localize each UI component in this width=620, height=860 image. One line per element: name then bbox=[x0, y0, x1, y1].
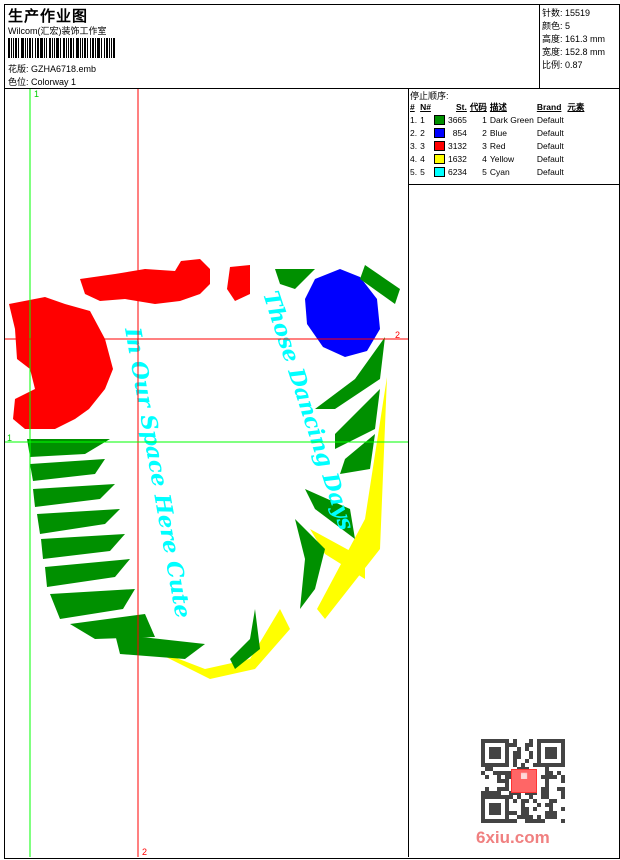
row-brand: Default bbox=[536, 127, 564, 138]
row-stitches: 3665 bbox=[447, 114, 467, 125]
row-description: Dark Green bbox=[489, 114, 534, 125]
watermark: 6xiu.com bbox=[476, 828, 550, 847]
row-brand: Default bbox=[536, 153, 564, 164]
row-description: Cyan bbox=[489, 166, 510, 177]
color-swatch bbox=[433, 153, 445, 164]
row-index: 3. bbox=[410, 140, 418, 151]
design-scale: 比例: 0.87 bbox=[542, 60, 583, 70]
guide-label: 1 bbox=[7, 433, 12, 443]
color-swatch bbox=[433, 127, 445, 138]
lettering-left: In Our Space Here Cute bbox=[119, 325, 196, 621]
design-label: 花版: bbox=[8, 64, 29, 74]
barcode bbox=[8, 38, 117, 58]
design-canvas[interactable]: In Our Space Here Cute Those Dancing Day… bbox=[5, 89, 409, 857]
row-stitches: 6234 bbox=[447, 166, 467, 177]
stitch-count: 针数: 15519 bbox=[542, 8, 591, 18]
stop-row[interactable]: 5. 5 6234 5 Cyan Default bbox=[410, 165, 587, 178]
row-code: 2 bbox=[482, 127, 487, 138]
qr-code: ▦ bbox=[481, 739, 565, 823]
company-name: Wilcom(汇宏)装饰工作室 bbox=[8, 26, 107, 36]
design-height: 高度: 161.3 mm bbox=[542, 34, 606, 44]
col-header: N# bbox=[420, 102, 431, 112]
col-header: 元素 bbox=[567, 102, 585, 112]
row-brand: Default bbox=[536, 166, 564, 177]
row-description: Red bbox=[489, 140, 506, 151]
row-brand: Default bbox=[536, 114, 564, 125]
color-count: 颜色: 5 bbox=[542, 21, 571, 31]
row-code: 4 bbox=[482, 153, 487, 164]
stop-sequence-table: # N# St. 代码 描述 Brand 元素 1. 1 3665 1 Dark… bbox=[410, 101, 587, 178]
info-panel: 针数: 15519 颜色: 5 高度: 161.3 mm 宽度: 152.8 m… bbox=[540, 4, 619, 89]
design-file: 花版: GZHA6718.emb bbox=[8, 62, 96, 75]
row-needle: 2 bbox=[420, 127, 425, 138]
row-index: 2. bbox=[410, 127, 418, 138]
stop-row[interactable]: 2. 2 854 2 Blue Default bbox=[410, 126, 587, 139]
row-index: 1. bbox=[410, 114, 418, 125]
colorway-value: Colorway 1 bbox=[31, 77, 77, 87]
stop-sequence-panel: 停止顺序: # N# St. 代码 描述 Brand 元素 1. 1 3665 … bbox=[409, 89, 619, 185]
row-stitches: 854 bbox=[452, 127, 467, 138]
design-width: 宽度: 152.8 mm bbox=[542, 47, 606, 57]
row-index: 4. bbox=[410, 153, 418, 164]
row-stitches: 3132 bbox=[447, 140, 467, 151]
color-swatch bbox=[433, 140, 445, 151]
col-header: Brand bbox=[536, 102, 562, 112]
row-brand: Default bbox=[536, 140, 564, 151]
guide-label: 2 bbox=[142, 847, 147, 857]
guide-label: 2 bbox=[395, 330, 400, 340]
row-code: 5 bbox=[482, 166, 487, 177]
seal-stamp: ▦ bbox=[511, 769, 537, 793]
row-needle: 4 bbox=[420, 153, 425, 164]
row-needle: 5 bbox=[420, 166, 425, 177]
stop-row[interactable]: 4. 4 1632 4 Yellow Default bbox=[410, 152, 587, 165]
row-code: 3 bbox=[482, 140, 487, 151]
color-swatch bbox=[433, 166, 445, 177]
embroidery-preview: In Our Space Here Cute Those Dancing Day… bbox=[5, 89, 408, 857]
row-stitches: 1632 bbox=[447, 153, 467, 164]
row-needle: 1 bbox=[420, 114, 425, 125]
stop-row[interactable]: 1. 1 3665 1 Dark Green Default bbox=[410, 113, 587, 126]
colorway-label: 色位: bbox=[8, 77, 29, 87]
col-header: 代码 bbox=[469, 102, 487, 112]
row-needle: 3 bbox=[420, 140, 425, 151]
colorway: 色位: Colorway 1 bbox=[8, 75, 76, 88]
col-header: # bbox=[410, 102, 415, 112]
design-value: GZHA6718.emb bbox=[31, 64, 97, 74]
row-description: Blue bbox=[489, 127, 507, 138]
col-header: St. bbox=[456, 102, 467, 112]
col-header: 描述 bbox=[489, 102, 507, 112]
guide-label: 1 bbox=[34, 89, 39, 99]
row-description: Yellow bbox=[489, 153, 515, 164]
row-index: 5. bbox=[410, 166, 418, 177]
header: 生产作业图 Wilcom(汇宏)装饰工作室 花版: GZHA6718.emb 色… bbox=[4, 4, 540, 89]
row-code: 1 bbox=[482, 114, 487, 125]
stop-row[interactable]: 3. 3 3132 3 Red Default bbox=[410, 139, 587, 152]
page-title: 生产作业图 bbox=[8, 8, 89, 25]
color-swatch bbox=[433, 114, 445, 125]
